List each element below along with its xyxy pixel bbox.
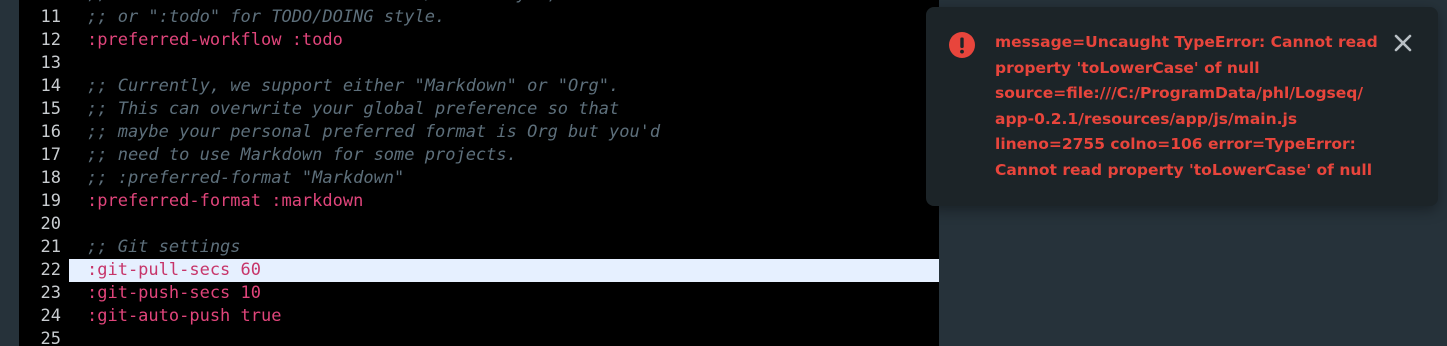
- error-message-line: Cannot read property 'toLowerCase' of nu…: [995, 160, 1373, 179]
- line-number: 11: [40, 7, 61, 27]
- error-message-line: app-0.2.1/resources/app/js/main.js: [995, 109, 1298, 128]
- line-number: 12: [40, 30, 61, 50]
- code-text: ;; need to use Markdown for some project…: [87, 145, 517, 165]
- line-number: 23: [40, 283, 61, 303]
- code-text: :preferred-format :markdown: [87, 191, 364, 211]
- close-icon: [1394, 34, 1412, 52]
- code-line[interactable]: 15 ;; This can overwrite your global pref…: [19, 98, 939, 121]
- code-line[interactable]: 16 ;; maybe your personal preferred forma…: [19, 121, 939, 144]
- code-line[interactable]: 17 ;; need to use Markdown for some proje…: [19, 144, 939, 167]
- error-message: message=Uncaught TypeError: Cannot read …: [995, 30, 1378, 184]
- code-text: ;; :preferred-format "Markdown": [87, 168, 405, 188]
- code-text: ;; Git settings: [87, 237, 241, 257]
- error-icon: [949, 32, 975, 58]
- code-line[interactable]: 14 ;; Currently, we support either "Markd…: [19, 75, 939, 98]
- line-number: 16: [40, 122, 61, 142]
- code-text: :git-push-secs 10: [87, 283, 261, 303]
- line-number: 13: [40, 53, 61, 73]
- code-line[interactable]: 11 ;; or ":todo" for TODO/DOING style.: [19, 6, 939, 29]
- code-line[interactable]: 19 :preferred-format :markdown: [19, 190, 939, 213]
- line-number: 15: [40, 99, 61, 119]
- code-line[interactable]: 23 :git-push-secs 10: [19, 282, 939, 305]
- code-line[interactable]: 21 ;; Git settings: [19, 236, 939, 259]
- line-number: 17: [40, 145, 61, 165]
- error-message-line: property 'toLowerCase' of null: [995, 58, 1260, 77]
- line-number: 19: [40, 191, 61, 211]
- code-line[interactable]: 18 ;; :preferred-format "Markdown": [19, 167, 939, 190]
- code-text: ;; maybe your personal preferred format …: [87, 122, 661, 142]
- close-button[interactable]: [1390, 30, 1416, 56]
- code-text: ;; or ":todo" for TODO/DOING style.: [87, 7, 446, 27]
- code-line[interactable]: 25: [19, 328, 939, 346]
- error-message-line: message=Uncaught TypeError: Cannot read: [995, 33, 1378, 51]
- code-text: :preferred-workflow :todo: [87, 30, 343, 50]
- code-text: :git-pull-secs 60: [87, 260, 261, 280]
- line-number: 21: [40, 237, 61, 257]
- line-number: 14: [40, 76, 61, 96]
- code-text: :git-auto-push true: [87, 306, 282, 326]
- line-number: 18: [40, 168, 61, 188]
- code-line-active[interactable]: 22 :git-pull-secs 60: [19, 259, 939, 282]
- error-message-line: source=file:///C:/ProgramData/phl/Logseq…: [995, 84, 1364, 103]
- line-number: 22: [40, 260, 61, 280]
- code-text: ;; Currently, we support either "Markdow…: [87, 76, 620, 96]
- error-message-line: lineno=2755 colno=106 error=TypeError:: [995, 135, 1356, 154]
- code-editor[interactable]: 10;; Value is either ":now" for NOW/LATE…: [19, 0, 939, 346]
- code-line[interactable]: 20: [19, 213, 939, 236]
- line-number: 20: [40, 214, 61, 234]
- line-number: 25: [40, 329, 61, 346]
- line-number: 24: [40, 306, 61, 326]
- editor-lines: 10;; Value is either ":now" for NOW/LATE…: [19, 0, 939, 346]
- code-line[interactable]: 12 :preferred-workflow :todo: [19, 29, 939, 52]
- code-line[interactable]: 24 :git-auto-push true: [19, 305, 939, 328]
- left-margin: [0, 0, 19, 346]
- code-line[interactable]: 13: [19, 52, 939, 75]
- code-text: ;; This can overwrite your global prefer…: [87, 99, 620, 119]
